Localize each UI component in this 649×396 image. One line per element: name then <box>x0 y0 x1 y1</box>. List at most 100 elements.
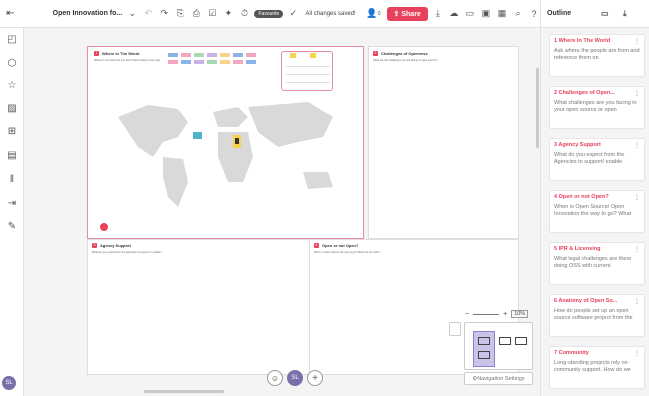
more-options-icon[interactable]: ⋮ <box>634 194 640 201</box>
outline-item-desc: What legal challenges are there doing OS… <box>554 256 632 269</box>
pencil-icon[interactable]: ✎ <box>6 221 18 233</box>
hand-tool-icon[interactable] <box>449 322 461 336</box>
table-icon[interactable]: ▤ <box>6 150 18 162</box>
outline-item-number: 6 <box>554 298 558 304</box>
redo-icon[interactable]: ↷ <box>158 7 170 21</box>
library-icon[interactable]: ‖ <box>6 174 18 186</box>
outline-item-title: Open or not Open? <box>558 194 609 200</box>
magic-icon[interactable]: ✦ <box>222 7 234 21</box>
frame-title: Challenges of Openness <box>381 51 428 56</box>
timer-icon[interactable]: ⏱ <box>238 7 250 21</box>
zoom-in-button[interactable]: + <box>503 311 507 318</box>
frame-title: Where In The World <box>102 51 140 56</box>
import-icon[interactable]: ⇥ <box>6 198 18 210</box>
frame-number: 4 <box>314 243 319 248</box>
collaborators-icon[interactable]: 👤 <box>366 7 378 21</box>
outline-item-desc: Ask where the people are from and refere… <box>554 48 640 61</box>
chat-icon[interactable]: ▭ <box>464 7 476 21</box>
help-icon[interactable]: ? <box>528 7 540 21</box>
shapes-icon[interactable]: ⬡ <box>6 58 18 70</box>
share-label: Share <box>401 10 421 18</box>
chevron-down-icon[interactable]: ⌄ <box>126 7 138 21</box>
frame-where-in-the-world[interactable]: 1 Where In The World Where in the world … <box>87 46 364 239</box>
frame-number: 2 <box>373 51 378 56</box>
print-icon[interactable]: ⎙ <box>190 7 202 21</box>
star-icon[interactable]: ☆ <box>6 80 18 92</box>
reactions-button[interactable]: ☺ <box>267 370 283 386</box>
outline-item[interactable]: 6 Anatomy of Open So... ⋮ How do people … <box>549 294 645 337</box>
outline-item-title: IPR & Licensing <box>558 246 601 252</box>
sticky-note-icon[interactable]: ◰ <box>6 34 18 46</box>
outline-item-desc: When is Open Source/ Open Innovation the… <box>554 204 632 217</box>
frame-challenges-of-openness[interactable]: 2 Challenges of Openness What are the ch… <box>368 46 519 239</box>
share-button[interactable]: ⇪ Share <box>386 6 428 21</box>
more-options-icon[interactable]: ⋮ <box>634 350 640 357</box>
board-title[interactable]: Open Innovation fo... <box>53 10 123 17</box>
board-canvas[interactable]: 1 Where In The World Where in the world … <box>24 28 540 396</box>
save-status: All changes saved! <box>305 10 356 17</box>
navigation-minimap[interactable] <box>464 322 533 370</box>
zoom-slider[interactable] <box>473 313 500 315</box>
outline-item[interactable]: 3 Agency Support ⋮ What do you expect fr… <box>549 138 645 181</box>
undo-icon[interactable]: ↶ <box>142 7 154 21</box>
outline-item-desc: What do you expect from the Agencies to … <box>554 152 625 165</box>
image-icon[interactable]: ▨ <box>6 103 18 115</box>
outline-item-title: Community <box>558 350 589 356</box>
more-options-icon[interactable]: ⋮ <box>634 298 640 305</box>
navigation-settings-label: Navigation Settings <box>477 375 525 382</box>
more-options-icon[interactable]: ⋮ <box>634 38 640 45</box>
outline-item-desc: How do people set up an open source soft… <box>554 308 633 321</box>
outline-title: Outline <box>547 10 572 17</box>
navigation-settings-button[interactable]: ⚙ Navigation Settings <box>464 372 533 385</box>
search-icon[interactable]: ⌕ <box>512 7 524 21</box>
frame-text: What are the challenges you are facing i… <box>373 59 438 62</box>
outline-item[interactable]: 5 IPR & Licensing ⋮ What legal challenge… <box>549 242 645 285</box>
favourite-badge[interactable]: Favourite <box>254 9 284 18</box>
horizontal-scrollbar[interactable] <box>144 390 224 393</box>
frame-text: Where in the world are you from? Add a s… <box>94 59 161 62</box>
outline-item-desc: Long-standing projects rely on community… <box>554 360 631 373</box>
outline-item[interactable]: 2 Challenges of Open... ⋮ What challenge… <box>549 86 645 129</box>
zoom-control: − + 10% <box>465 310 529 318</box>
outline-item-title: Challenges of Open... <box>558 90 615 96</box>
more-options-icon[interactable]: ⋮ <box>634 142 640 149</box>
outline-item-desc: What challenges are you facing in your o… <box>554 100 637 113</box>
comment-icon[interactable]: ☁ <box>448 7 460 21</box>
zoom-out-button[interactable]: − <box>465 311 469 318</box>
outline-item-number: 3 <box>554 142 558 148</box>
present-icon[interactable]: ▭ <box>601 9 609 18</box>
outline-item[interactable]: 4 Open or not Open? ⋮ When is Open Sourc… <box>549 190 645 233</box>
grid-icon[interactable]: ▦ <box>496 7 508 21</box>
instructions-box <box>281 51 333 91</box>
sidebar-collapse-icon[interactable]: ⇤ <box>0 0 21 28</box>
sticky-note[interactable] <box>193 132 202 139</box>
outline-item[interactable]: 7 Community ⋮ Long-standing projects rel… <box>549 346 645 389</box>
outline-header: Outline ▭ ⤓ <box>541 0 649 28</box>
download-icon[interactable]: ⤓ <box>432 7 444 21</box>
user-avatar[interactable]: SL <box>2 376 16 390</box>
presentation-icon[interactable]: ▣ <box>480 7 492 21</box>
outline-item-title: Anatomy of Open So... <box>558 298 618 304</box>
vertical-scrollbar[interactable] <box>536 68 539 148</box>
collaborator-count: 0 <box>377 10 381 17</box>
heart-reaction-icon[interactable] <box>100 223 108 231</box>
export-icon[interactable]: ⎘ <box>174 7 186 21</box>
more-options-icon[interactable]: ⋮ <box>634 246 640 253</box>
zoom-level[interactable]: 10% <box>511 310 529 318</box>
frame-agency-support[interactable]: 3 Agency Support What do you expect from… <box>87 239 318 375</box>
outline-item-number: 2 <box>554 90 558 96</box>
outline-item-number: 7 <box>554 350 558 356</box>
frame-icon[interactable]: ⊞ <box>6 126 18 138</box>
user-avatar-bottom[interactable]: SL <box>287 370 303 386</box>
outline-panel: Outline ▭ ⤓ 1 Where In The World ⋮ Ask w… <box>540 0 649 396</box>
checklist-icon[interactable]: ☑ <box>206 7 218 21</box>
more-options-icon[interactable]: ⋮ <box>634 90 640 97</box>
sticky-note <box>290 53 296 58</box>
download-icon[interactable]: ⤓ <box>623 9 627 19</box>
frame-title: Open or not Open? <box>322 243 359 248</box>
top-toolbar: ⇤ Open Innovation fo... ⌄ ↶ ↷ ⎘ ⎙ ☑ ✦ ⏱ … <box>0 0 540 28</box>
outline-item[interactable]: 1 Where In The World ⋮ Ask where the peo… <box>549 34 645 77</box>
frame-text: When is Open Source the way to go? What … <box>314 251 381 254</box>
smile-icon: ☺ <box>270 373 280 383</box>
add-collaborator-button[interactable]: + <box>307 370 323 386</box>
